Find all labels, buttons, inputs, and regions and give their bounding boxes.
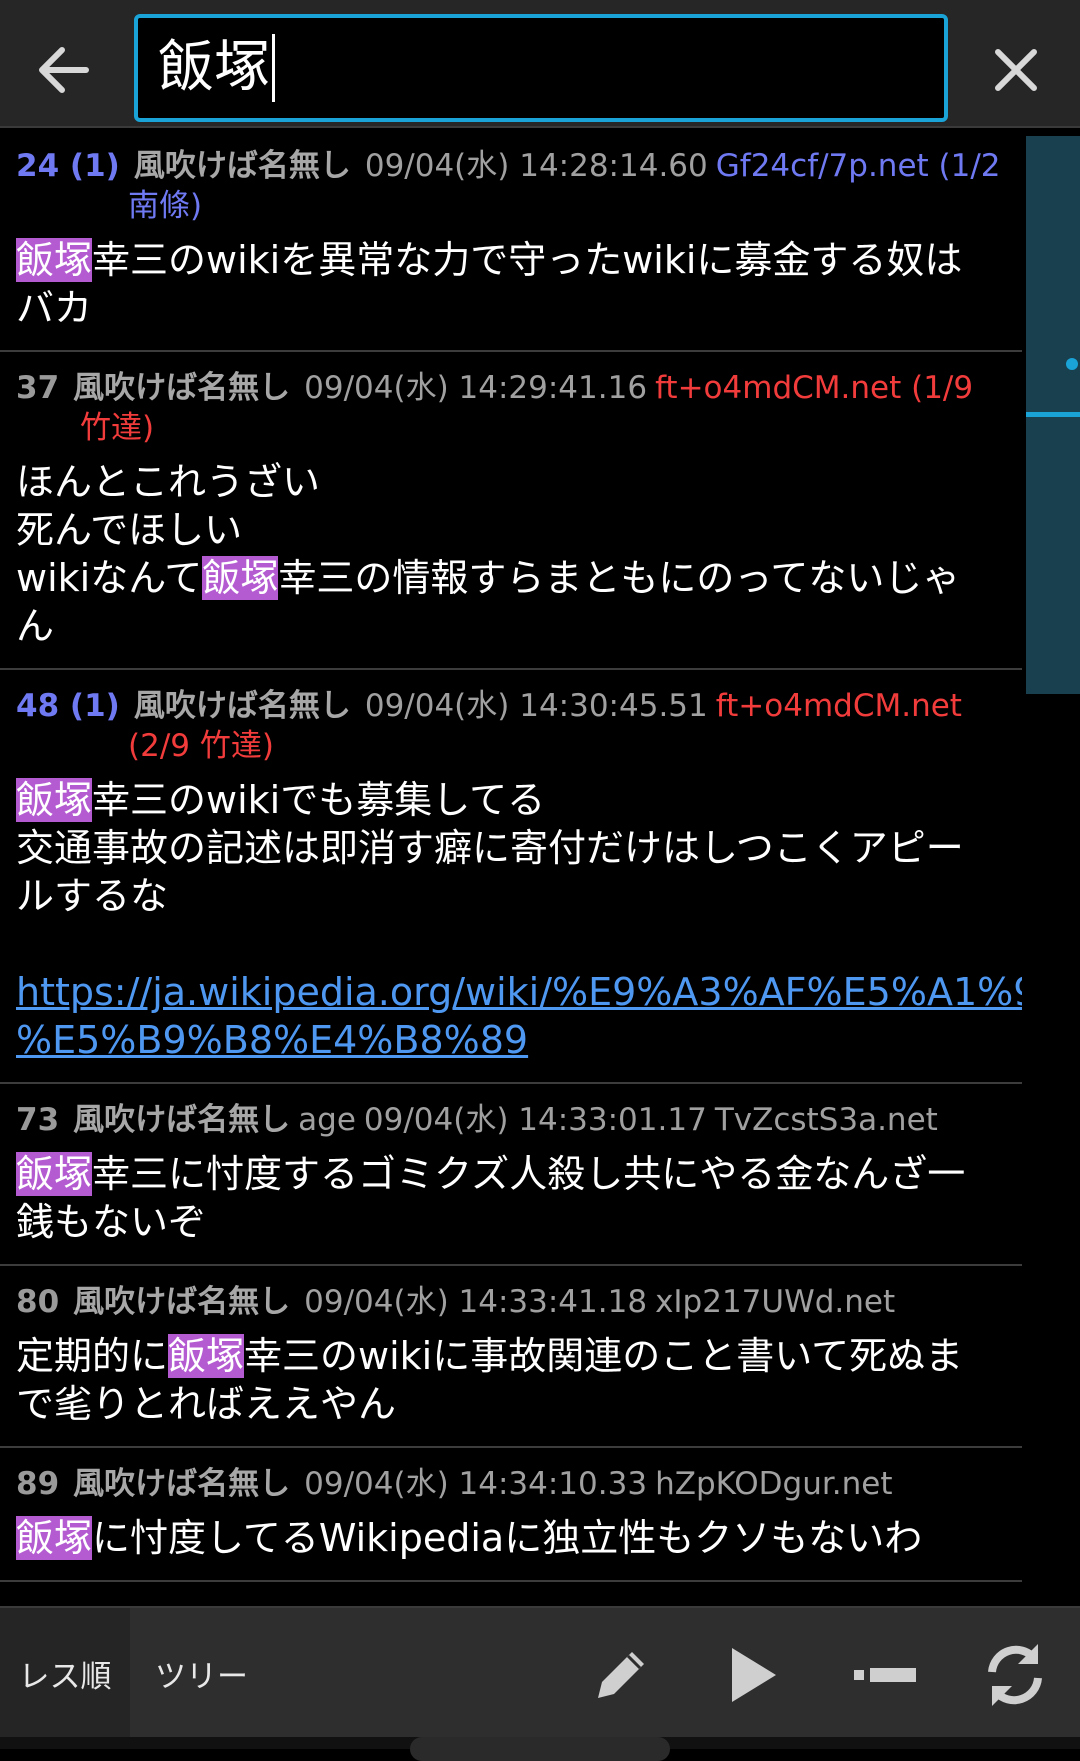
search-highlight: 飯塚	[202, 556, 279, 600]
post-header: 48 (1) 風吹けば名無し 09/04(水) 14:30:45.51 ft+o4md…	[16, 686, 1006, 766]
poster-id-cont[interactable]: 竹達)	[80, 410, 154, 446]
post-age: age	[298, 1102, 356, 1138]
poster-id[interactable]: xIp217UWd.net	[655, 1284, 895, 1320]
post-body: 飯塚幸三のwikiでも募集してる 交通事故の記述は即消す癖に寄付だけはしつこくア…	[16, 778, 1022, 1064]
post-date: 09/04(水) 14:30:45.51	[364, 688, 708, 724]
post-number[interactable]: 48 (1)	[16, 688, 120, 724]
post-number[interactable]: 37	[16, 370, 59, 406]
scroll-marker-icon[interactable]	[848, 1638, 922, 1712]
post-date: 09/04(水) 14:34:10.33	[304, 1466, 648, 1502]
post-number[interactable]: 73	[16, 1102, 59, 1138]
poster-name: 風吹けば名無し	[73, 1102, 291, 1138]
poster-id[interactable]: hZpKODgur.net	[655, 1466, 892, 1502]
search-highlight: 飯塚	[16, 778, 93, 822]
scroll-dot-icon	[1066, 358, 1078, 370]
search-input[interactable]: 飯塚	[134, 14, 948, 122]
tab-res-order[interactable]: レス順	[0, 1608, 130, 1739]
post-list[interactable]: 24 (1) 風吹けば名無し 09/04(水) 14:28:14.60 Gf24cf/…	[0, 130, 1022, 1606]
bottom-toolbar: レス順 ツリー	[0, 1606, 1080, 1749]
post-number[interactable]: 89	[16, 1466, 59, 1502]
close-icon[interactable]	[980, 34, 1052, 106]
post-header: 37 風吹けば名無し 09/04(水) 14:29:41.16 ft+o4mdCM.n…	[16, 368, 1006, 448]
search-toolbar: 飯塚	[0, 0, 1080, 128]
poster-name: 風吹けば名無し	[73, 370, 291, 406]
play-icon[interactable]	[716, 1638, 790, 1712]
post-item[interactable]: 37 風吹けば名無し 09/04(水) 14:29:41.16 ft+o4mdCM.n…	[0, 352, 1022, 670]
poster-id[interactable]: Gf24cf/7p.net (1/2	[716, 148, 1001, 184]
poster-id[interactable]: TvZcstS3a.net	[715, 1102, 938, 1138]
post-header: 24 (1) 風吹けば名無し 09/04(水) 14:28:14.60 Gf24cf/…	[16, 146, 1006, 226]
post-header: 80 風吹けば名無し 09/04(水) 14:33:41.18 xIp217UWd.n…	[16, 1282, 1006, 1322]
post-item[interactable]: 89 風吹けば名無し 09/04(水) 14:34:10.33 hZpKODgur.n…	[0, 1448, 1022, 1582]
search-query[interactable]: 飯塚	[158, 40, 270, 96]
post-body: 定期的に飯塚幸三のwikiに事故関連のこと書いて死ぬま で毟りとればええやん	[16, 1334, 964, 1426]
search-highlight: 飯塚	[16, 238, 93, 282]
refresh-icon[interactable]	[978, 1638, 1052, 1712]
post-date: 09/04(水) 14:29:41.16	[304, 370, 648, 406]
post-header: 89 風吹けば名無し 09/04(水) 14:34:10.33 hZpKODgur.n…	[16, 1464, 1006, 1504]
post-item[interactable]: 24 (1) 風吹けば名無し 09/04(水) 14:28:14.60 Gf24cf/…	[0, 130, 1022, 352]
poster-id-cont[interactable]: (2/9 竹達)	[128, 728, 274, 764]
poster-id-cont[interactable]: 南條)	[128, 188, 202, 224]
post-body: 飯塚幸三のwikiを異常な力で守ったwikiに募金する奴は バカ	[16, 238, 963, 330]
scroll-position-indicator	[1026, 412, 1080, 417]
post-header: 73 風吹けば名無し age 09/04(水) 14:33:01.17 TvZcstS3…	[16, 1100, 1006, 1140]
back-arrow-icon[interactable]	[28, 34, 100, 106]
post-date: 09/04(水) 14:33:01.17	[363, 1102, 707, 1138]
pencil-icon[interactable]	[584, 1638, 658, 1712]
poster-id[interactable]: ft+o4mdCM.net	[716, 688, 962, 724]
post-item[interactable]: 80 風吹けば名無し 09/04(水) 14:33:41.18 xIp217UWd.n…	[0, 1266, 1022, 1448]
search-highlight: 飯塚	[168, 1334, 245, 1378]
poster-name: 風吹けば名無し	[133, 148, 351, 184]
search-highlight: 飯塚	[16, 1516, 93, 1560]
post-item[interactable]: 48 (1) 風吹けば名無し 09/04(水) 14:30:45.51 ft+o4md…	[0, 670, 1022, 1084]
post-number[interactable]: 80	[16, 1284, 59, 1320]
search-highlight: 飯塚	[16, 1152, 93, 1196]
poster-id[interactable]: ft+o4mdCM.net (1/9	[655, 370, 973, 406]
text-caret	[272, 34, 275, 102]
tab-tree[interactable]: ツリー	[155, 1608, 248, 1739]
post-number[interactable]: 24 (1)	[16, 148, 120, 184]
gesture-handle[interactable]	[410, 1737, 670, 1761]
post-item[interactable]: 73 風吹けば名無し age 09/04(水) 14:33:01.17 TvZcstS3…	[0, 1084, 1022, 1266]
poster-name: 風吹けば名無し	[73, 1284, 291, 1320]
post-date: 09/04(水) 14:28:14.60	[364, 148, 708, 184]
post-date: 09/04(水) 14:33:41.18	[304, 1284, 648, 1320]
poster-name: 風吹けば名無し	[133, 688, 351, 724]
post-body: 飯塚に忖度してるWikipediaに独立性もクソもないわ	[16, 1516, 923, 1560]
post-body: ほんとこれうざい 死んでほしい wikiなんて飯塚幸三の情報すらまともにのってな…	[16, 460, 961, 648]
wikipedia-link[interactable]: https://ja.wikipedia.org/wiki/%E9%A3%AF%…	[16, 968, 1022, 1064]
post-body: 飯塚幸三に忖度するゴミクズ人殺し共にやる金なんざ一 銭もないぞ	[16, 1152, 966, 1244]
poster-name: 風吹けば名無し	[73, 1466, 291, 1502]
